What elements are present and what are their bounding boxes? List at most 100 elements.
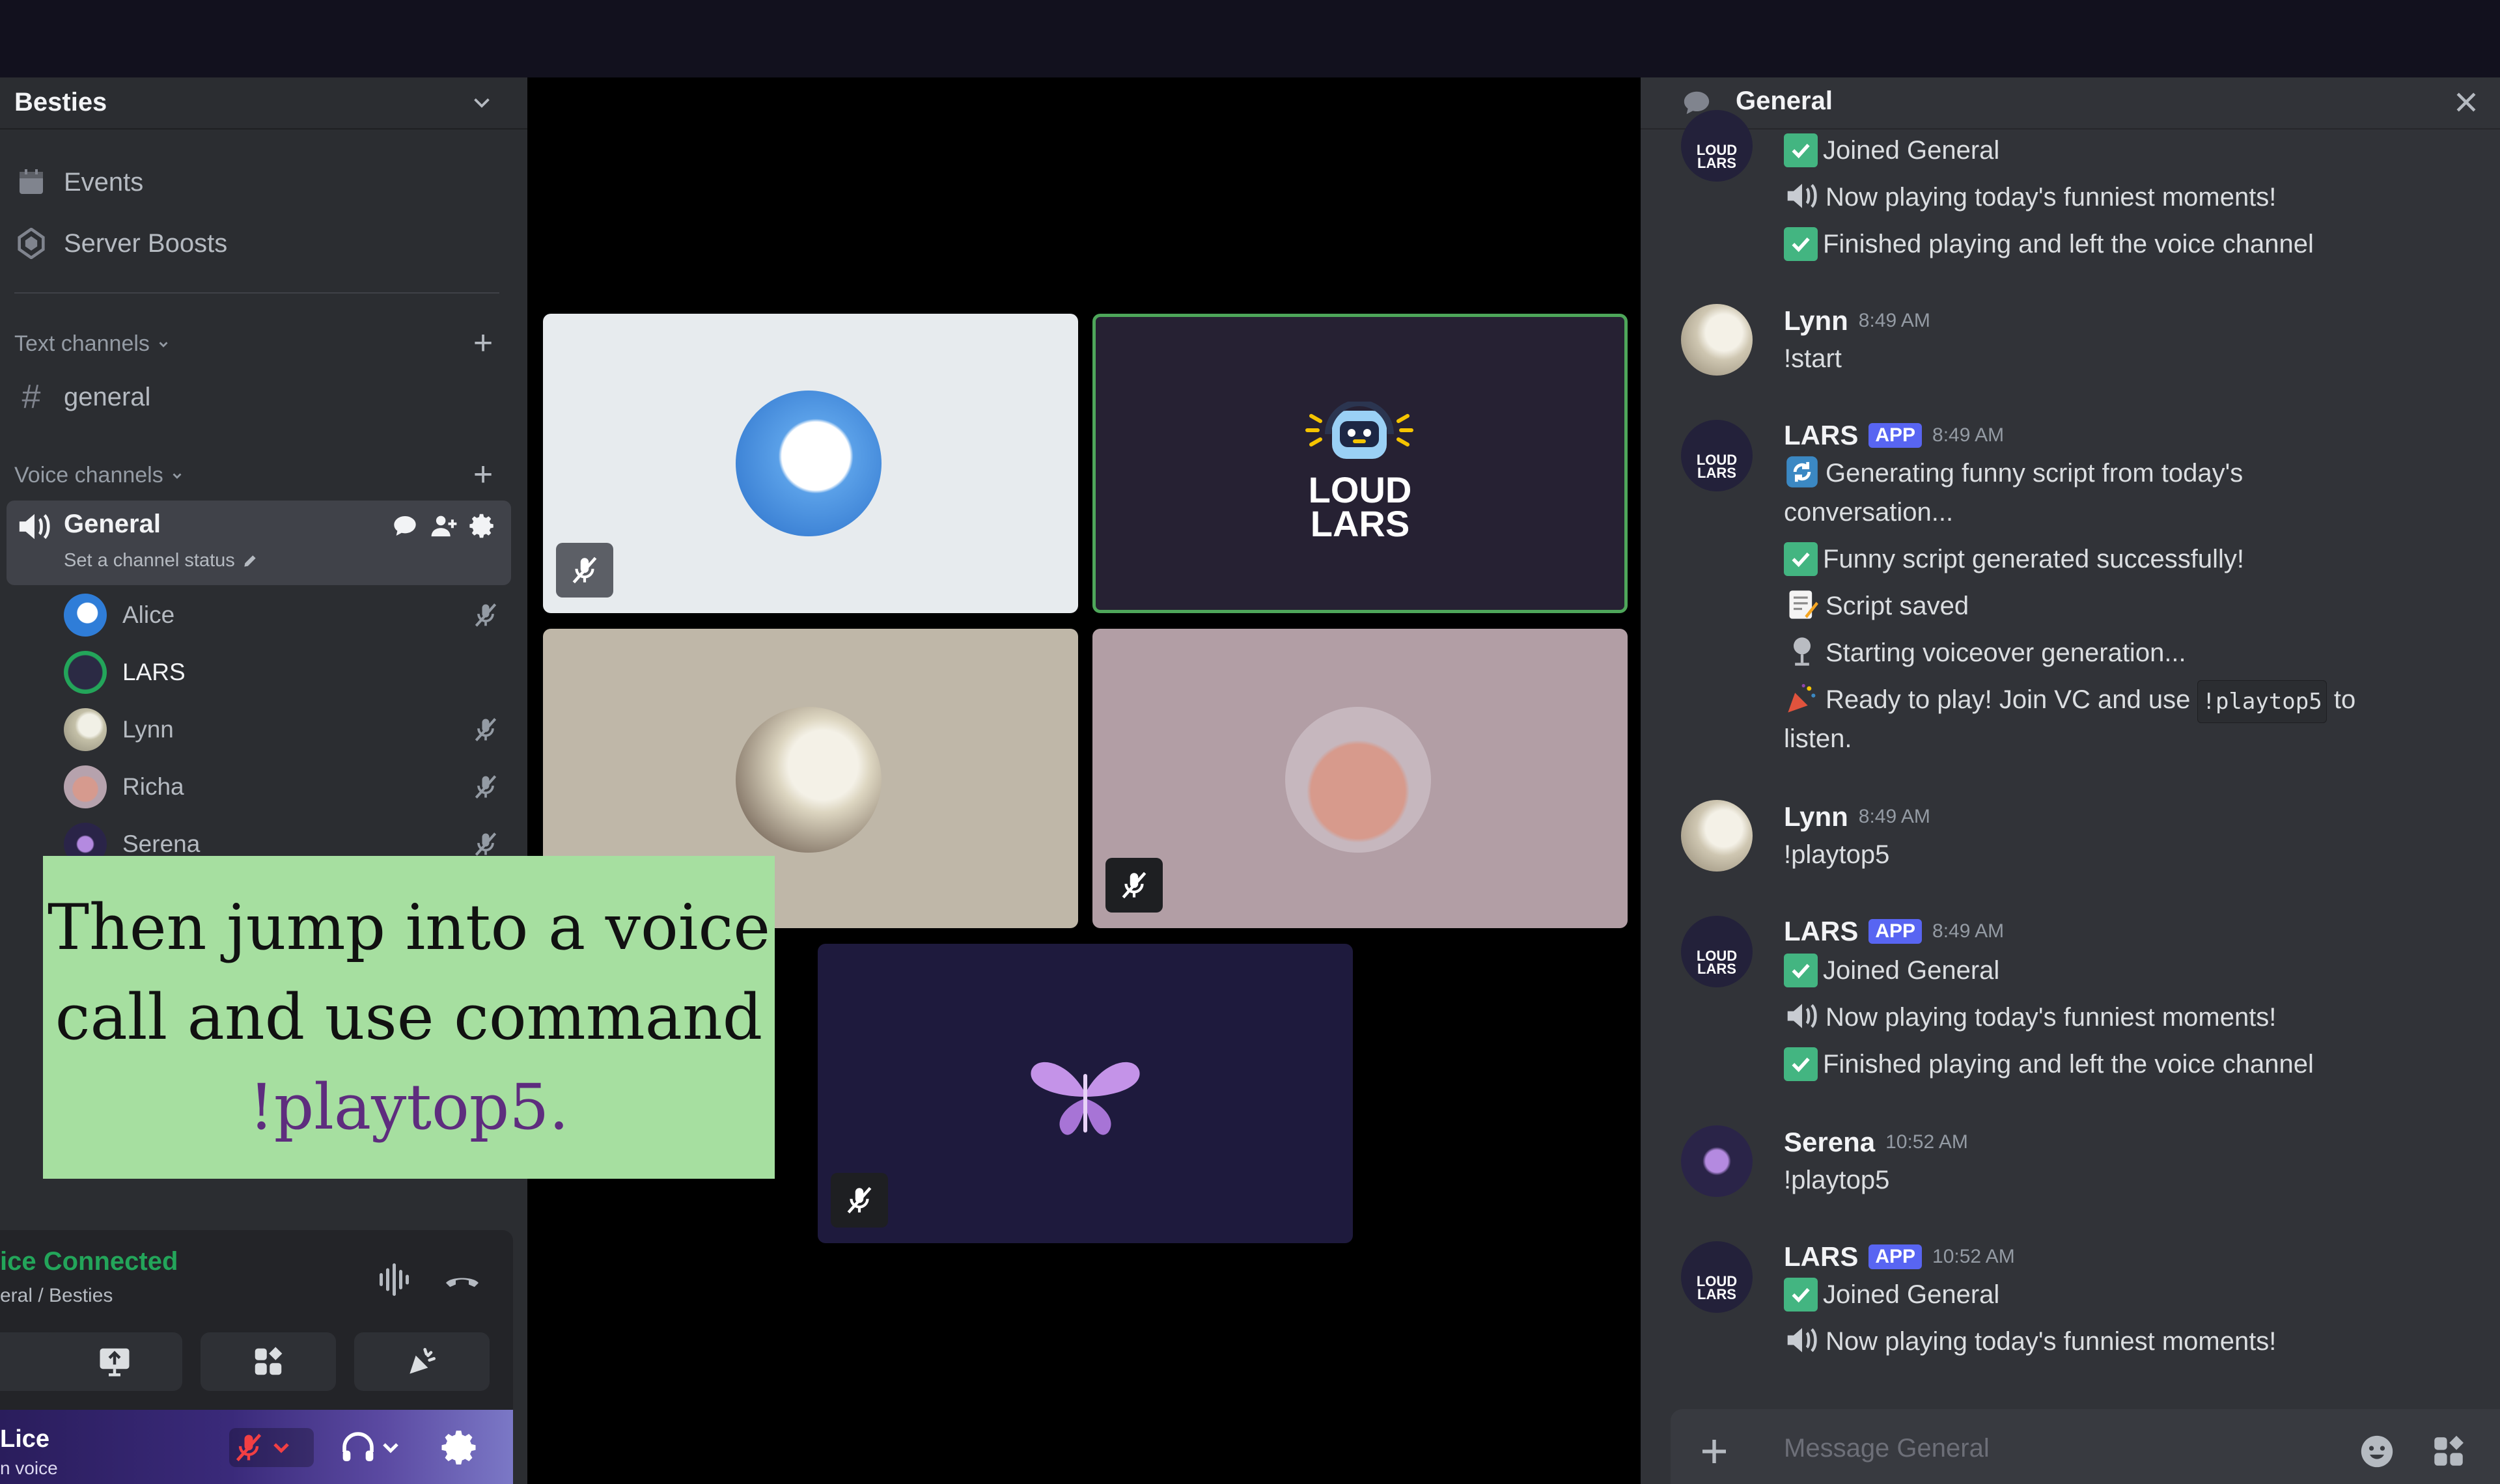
chevron-down-icon bbox=[273, 1443, 289, 1453]
message-input-placeholder[interactable]: Message General bbox=[1784, 1434, 1990, 1463]
message-line: Generating funny script from today's bbox=[1784, 454, 2435, 493]
message-composer[interactable]: Message General bbox=[1671, 1409, 2500, 1484]
voice-channels-label: Voice channels bbox=[14, 463, 163, 488]
member-name: Alice bbox=[122, 601, 175, 628]
text-channels-category[interactable]: Text channels bbox=[14, 331, 171, 357]
mute-toggle[interactable] bbox=[229, 1428, 314, 1467]
voice-member-lynn[interactable]: Lynn bbox=[64, 704, 500, 756]
member-name: Lynn bbox=[122, 716, 174, 743]
speaker-emoji-icon bbox=[1784, 178, 1820, 214]
open-chat-icon[interactable] bbox=[390, 511, 420, 541]
pencil-icon bbox=[244, 555, 256, 567]
apps-icon[interactable] bbox=[2430, 1433, 2467, 1470]
create-voice-channel-button[interactable]: + bbox=[470, 458, 496, 491]
message-author[interactable]: LARS bbox=[1784, 420, 1858, 451]
message-line: Joined General bbox=[1784, 951, 2435, 990]
video-tile-lars[interactable]: LOUD LARS bbox=[1092, 314, 1628, 613]
loud-lars-robot-icon bbox=[1305, 402, 1413, 459]
message-line: Script saved bbox=[1784, 586, 2435, 625]
create-text-channel-button[interactable]: + bbox=[470, 326, 496, 360]
member-name: LARS bbox=[122, 659, 186, 685]
attach-plus-icon[interactable] bbox=[1697, 1434, 1732, 1469]
message-text: Now playing today's funniest moments! bbox=[1826, 183, 2277, 212]
channel-status-placeholder: Set a channel status bbox=[64, 550, 235, 571]
message-timestamp: 8:49 AM bbox=[1858, 806, 1930, 827]
message-author[interactable]: Lynn bbox=[1784, 801, 1848, 832]
party-popper-icon bbox=[1784, 680, 1820, 717]
message-header: Lynn 8:49 AM bbox=[1784, 305, 1930, 337]
voice-connected-status[interactable]: ice Connected bbox=[0, 1247, 178, 1276]
message-text: Now playing today's funniest moments! bbox=[1826, 1327, 2277, 1356]
app-badge: APP bbox=[1868, 423, 1923, 448]
noise-suppression-icon[interactable] bbox=[376, 1260, 415, 1299]
voice-member-lars[interactable]: LARS bbox=[64, 646, 500, 698]
disconnect-icon[interactable] bbox=[443, 1260, 482, 1299]
message-timestamp: 8:49 AM bbox=[1932, 920, 2005, 942]
check-mark-icon bbox=[1784, 542, 1818, 576]
refresh-icon bbox=[1784, 454, 1820, 490]
deafen-toggle[interactable] bbox=[339, 1428, 404, 1467]
message-text: Funny script generated successfully! bbox=[1823, 545, 2244, 573]
check-mark-icon bbox=[1784, 133, 1818, 167]
soundboard-icon bbox=[410, 1348, 436, 1374]
avatar bbox=[1681, 800, 1753, 872]
events-label: Events bbox=[64, 167, 144, 197]
screen-share-icon bbox=[100, 1348, 130, 1377]
message-header: Lynn 8:49 AM bbox=[1784, 801, 1930, 832]
message-text: Now playing today's funniest moments! bbox=[1826, 1003, 2277, 1032]
message-author[interactable]: Lynn bbox=[1784, 305, 1848, 337]
boost-gem-icon bbox=[14, 227, 48, 260]
check-mark-icon bbox=[1784, 1278, 1818, 1312]
server-boosts-label: Server Boosts bbox=[64, 228, 228, 258]
invite-members-icon[interactable] bbox=[429, 511, 459, 541]
mic-muted-icon bbox=[475, 718, 497, 741]
avatar: LOUD LARS bbox=[1681, 1241, 1753, 1313]
message-line: Starting voiceover generation... bbox=[1784, 633, 2435, 672]
message-text: Starting voiceover generation... bbox=[1826, 639, 2186, 667]
message-text: !playtop5 bbox=[1784, 1166, 1890, 1194]
channel-general-text[interactable]: # general bbox=[14, 374, 151, 420]
close-icon[interactable] bbox=[2452, 88, 2480, 117]
member-name: Richa bbox=[122, 773, 184, 800]
channel-status-setter[interactable]: Set a channel status bbox=[64, 550, 258, 571]
message-timestamp: 8:49 AM bbox=[1932, 424, 2005, 446]
emoji-icon[interactable] bbox=[2358, 1433, 2396, 1470]
app-badge: APP bbox=[1868, 1244, 1923, 1269]
server-header[interactable]: Besties bbox=[0, 77, 527, 130]
avatar bbox=[64, 651, 107, 694]
logo-line-1: LOUD bbox=[1308, 469, 1412, 510]
mic-muted-icon bbox=[236, 1433, 262, 1462]
message-author[interactable]: LARS bbox=[1784, 916, 1858, 947]
message-author[interactable]: Serena bbox=[1784, 1127, 1875, 1158]
video-tile-richa[interactable] bbox=[1092, 629, 1628, 928]
avatar bbox=[64, 708, 107, 751]
message-text: !start bbox=[1784, 344, 1842, 373]
message-line: Finished playing and left the voice chan… bbox=[1784, 1045, 2435, 1084]
video-tile-serena[interactable] bbox=[818, 944, 1353, 1243]
activities-icon bbox=[255, 1347, 283, 1375]
share-screen-button[interactable] bbox=[47, 1332, 182, 1391]
chevron-down-icon bbox=[159, 341, 168, 348]
current-user-name[interactable]: Lice bbox=[0, 1425, 49, 1453]
events-item[interactable]: Events bbox=[14, 159, 143, 205]
message-timestamp: 10:52 AM bbox=[1885, 1131, 1968, 1153]
mic-muted-icon bbox=[475, 603, 497, 627]
message-text: to bbox=[2333, 685, 2356, 714]
user-settings-gear-icon[interactable] bbox=[441, 1428, 480, 1467]
server-boosts-item[interactable]: Server Boosts bbox=[14, 221, 227, 266]
voice-channels-category[interactable]: Voice channels bbox=[14, 463, 184, 488]
voice-channel-general[interactable]: General Set a channel status bbox=[7, 501, 511, 585]
caption-line-1: Then jump into a voice bbox=[47, 891, 771, 964]
voice-member-richa[interactable]: Richa bbox=[64, 761, 500, 813]
soundboard-button[interactable] bbox=[354, 1332, 490, 1391]
voice-location[interactable]: eral / Besties bbox=[0, 1285, 113, 1307]
message-text: Joined General bbox=[1823, 956, 2000, 985]
video-tile-alice[interactable] bbox=[543, 314, 1078, 613]
activities-button[interactable] bbox=[201, 1332, 336, 1391]
message-author[interactable]: LARS bbox=[1784, 1241, 1858, 1272]
gear-icon[interactable] bbox=[468, 511, 498, 541]
voice-text-chat-panel: General LOUD LARS Joined General Now play… bbox=[1641, 77, 2500, 1484]
voice-member-alice[interactable]: Alice bbox=[64, 589, 500, 641]
member-name: Serena bbox=[122, 831, 201, 857]
chevron-down-icon bbox=[383, 1443, 398, 1453]
